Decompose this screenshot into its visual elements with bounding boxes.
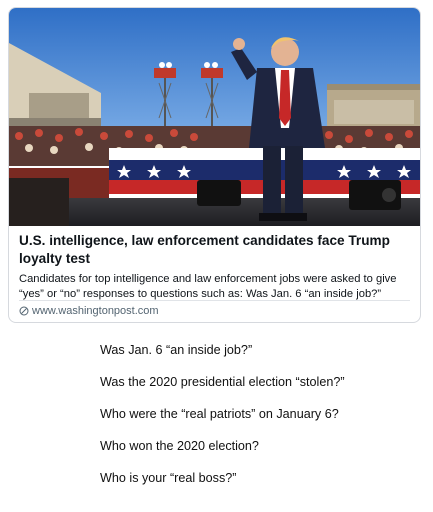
question-item: Who is your “real boss?” <box>100 471 237 485</box>
question-list: Was Jan. 6 “an inside job?” Was the 2020… <box>100 343 345 503</box>
source-domain[interactable]: www.washingtonpost.com <box>32 305 159 317</box>
link-icon <box>19 306 29 316</box>
article-description: Candidates for top intelligence and law … <box>19 273 397 300</box>
card-divider <box>19 300 410 301</box>
article-photo[interactable] <box>9 8 421 226</box>
question-item: Who won the 2020 election? <box>100 439 259 453</box>
article-title[interactable]: U.S. intelligence, law enforcement candi… <box>19 232 413 268</box>
question-item: Who were the “real patriots” on January … <box>100 407 339 421</box>
question-item: Was the 2020 presidential election “stol… <box>100 375 345 389</box>
link-preview-card[interactable]: U.S. intelligence, law enforcement candi… <box>8 7 421 323</box>
article-source[interactable]: www.washingtonpost.com <box>19 305 159 317</box>
question-item: Was Jan. 6 “an inside job?” <box>100 343 253 357</box>
